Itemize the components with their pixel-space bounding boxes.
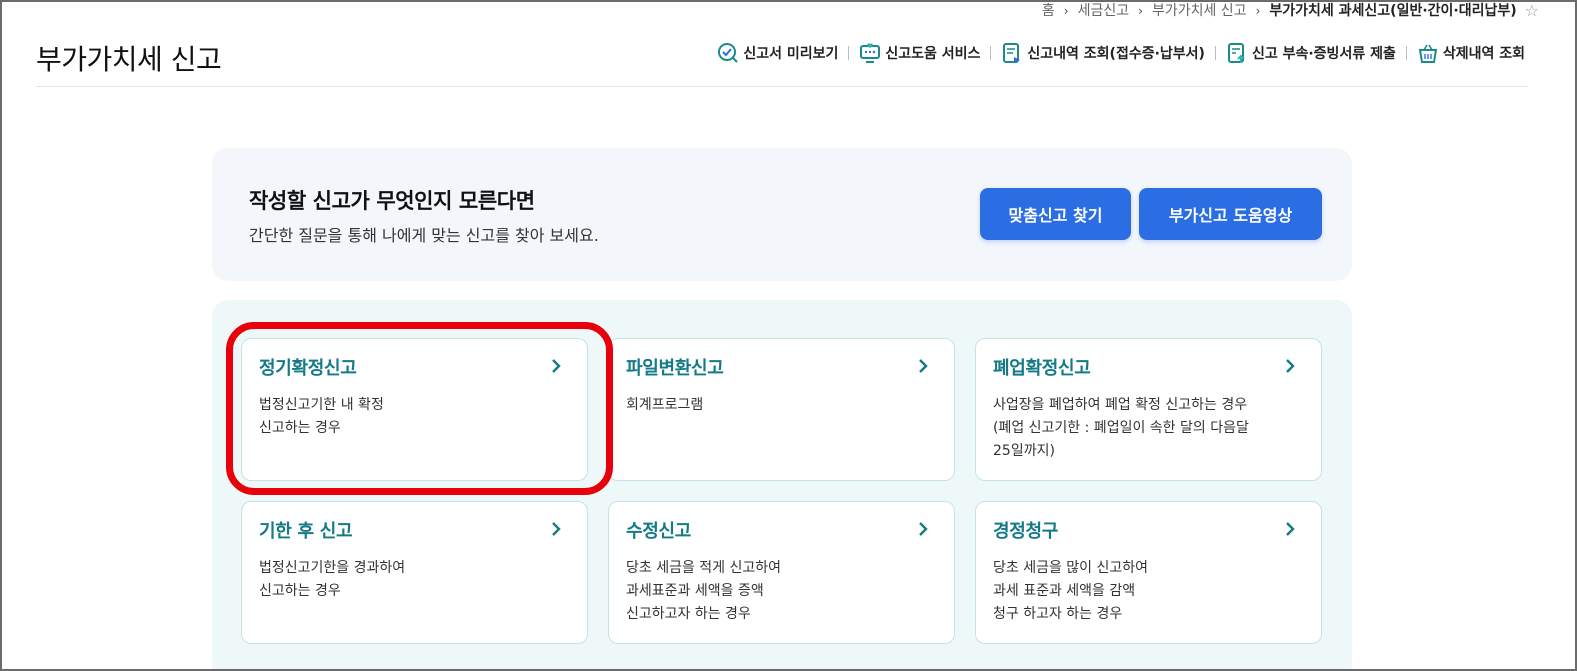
breadcrumb-current: 부가가치세 과세신고(일반·간이·대리납부): [1269, 3, 1517, 19]
card-correction-claim[interactable]: 경정청구 당초 세금을 많이 신고하여 과세 표준과 세액을 감액 청구 하고자…: [975, 501, 1322, 644]
history-label: 신고내역 조회(접수증·납부서): [1027, 46, 1205, 62]
card-description: 당초 세금을 많이 신고하여 과세 표준과 세액을 감액 청구 하고자 하는 경…: [993, 560, 1149, 622]
chevron-right-icon: [919, 359, 928, 373]
guide-heading: 작성할 신고가 무엇인지 모른다면: [249, 189, 535, 213]
toolbar-divider: [1214, 46, 1216, 60]
title-divider: [36, 86, 1528, 87]
card-description: 법정신고기한을 경과하여 신고하는 경우: [259, 560, 406, 599]
breadcrumb-separator: ›: [1138, 4, 1143, 18]
card-title: 수정신고: [626, 521, 692, 542]
help-service-monitor-icon: [860, 43, 881, 63]
card-description: 회계프로그램: [626, 397, 704, 413]
chevron-right-icon: [552, 359, 561, 373]
card-title: 경정청구: [993, 521, 1059, 542]
chevron-right-icon: [1286, 359, 1295, 373]
card-description: 법정신고기한 내 확정 신고하는 경우: [259, 397, 384, 436]
deleted-history-button[interactable]: 삭제내역 조회: [1417, 42, 1525, 64]
card-description: 당초 세금을 적게 신고하여 과세표준과 세액을 증액 신고하고자 하는 경우: [626, 560, 782, 622]
history-button[interactable]: 신고내역 조회(접수증·납부서): [1001, 42, 1205, 64]
attachment-submit-label: 신고 부속·증빙서류 제출: [1251, 46, 1396, 62]
upload-document-icon: [1227, 43, 1245, 63]
custom-filing-find-button[interactable]: 맞춤신고 찾기: [980, 188, 1131, 240]
card-closure-final-filing[interactable]: 폐업확정신고 사업장을 폐업하여 폐업 확정 신고하는 경우 (폐업 신고기한 …: [975, 338, 1322, 481]
breadcrumb-home[interactable]: 홈: [1042, 2, 1055, 20]
help-service-label: 신고도움 서비스: [885, 46, 981, 62]
preview-check-icon: [718, 43, 739, 63]
breadcrumb: 홈 › 세금신고 › 부가가치세 신고 › 부가가치세 과세신고(일반·간이·대…: [1042, 2, 1539, 20]
deleted-history-label: 삭제내역 조회: [1442, 46, 1525, 62]
breadcrumb-vat-filing[interactable]: 부가가치세 신고: [1152, 2, 1247, 20]
help-video-button[interactable]: 부가신고 도움영상: [1139, 188, 1322, 240]
toolbar-divider: [848, 46, 850, 60]
card-late-filing[interactable]: 기한 후 신고 법정신고기한을 경과하여 신고하는 경우: [241, 501, 588, 644]
preview-button[interactable]: 신고서 미리보기: [717, 42, 838, 64]
card-description: 사업장을 폐업하여 폐업 확정 신고하는 경우 (폐업 신고기한 : 폐업일이 …: [993, 397, 1249, 459]
card-title: 폐업확정신고: [993, 358, 1091, 379]
toolbar-divider: [1405, 46, 1407, 60]
guide-box: 작성할 신고가 무엇인지 모른다면 간단한 질문을 통해 나에게 맞는 신고를 …: [212, 148, 1352, 281]
chevron-right-icon: [919, 522, 928, 536]
chevron-right-icon: [552, 522, 561, 536]
attachment-submit-button[interactable]: 신고 부속·증빙서류 제출: [1226, 42, 1396, 64]
card-regular-final-filing[interactable]: 정기확정신고 법정신고기한 내 확정 신고하는 경우: [241, 338, 588, 481]
breadcrumb-separator: ›: [1255, 4, 1261, 18]
page-title: 부가가치세 신고: [36, 43, 222, 76]
breadcrumb-tax-filing[interactable]: 세금신고: [1078, 2, 1130, 20]
history-document-icon: [1003, 43, 1021, 63]
chevron-right-icon: [1286, 522, 1295, 536]
toolbar: 신고서 미리보기 신고도움 서비스 신고내역 조회(접수증·납부서) 신고 부속…: [717, 42, 1525, 64]
toolbar-divider: [990, 46, 992, 60]
screen-frame: 홈 › 세금신고 › 부가가치세 신고 › 부가가치세 과세신고(일반·간이·대…: [0, 0, 1577, 671]
card-title: 파일변환신고: [626, 358, 724, 379]
trash-basket-icon: [1418, 44, 1438, 63]
card-amended-filing[interactable]: 수정신고 당초 세금을 적게 신고하여 과세표준과 세액을 증액 신고하고자 하…: [608, 501, 955, 644]
help-service-button[interactable]: 신고도움 서비스: [859, 42, 980, 64]
preview-label: 신고서 미리보기: [743, 46, 839, 62]
guide-subtext: 간단한 질문을 통해 나에게 맞는 신고를 찾아 보세요.: [249, 226, 599, 245]
card-title: 기한 후 신고: [259, 521, 353, 542]
favorite-star-icon[interactable]: ☆: [1525, 2, 1539, 20]
breadcrumb-separator: ›: [1063, 4, 1069, 18]
card-title: 정기확정신고: [259, 358, 357, 379]
card-file-conversion-filing[interactable]: 파일변환신고 회계프로그램: [608, 338, 955, 481]
